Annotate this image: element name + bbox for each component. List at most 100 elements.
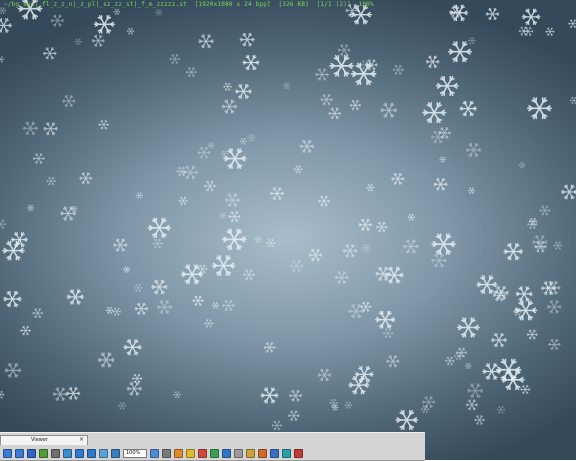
snowflake-icon — [497, 406, 505, 413]
snowflake-icon — [393, 65, 403, 74]
snowflake-icon — [321, 95, 333, 105]
snowflake-icon — [383, 329, 393, 338]
snowflake-icon — [504, 244, 522, 260]
snowflake-icon — [432, 234, 455, 254]
snowflake-icon — [63, 96, 76, 107]
close-icon[interactable]: × — [79, 436, 84, 443]
snowflake-icon — [0, 391, 4, 398]
snowflake-icon — [359, 219, 372, 230]
scan-icon[interactable] — [270, 449, 279, 458]
save-icon[interactable] — [27, 449, 36, 458]
zoom-out-icon[interactable] — [87, 449, 96, 458]
snowflake-icon — [67, 388, 80, 399]
resize-icon[interactable] — [210, 449, 219, 458]
paint-icon[interactable] — [198, 449, 207, 458]
snowflake-icon — [212, 302, 219, 308]
flip-icon[interactable] — [222, 449, 231, 458]
snowflake-icon — [99, 120, 109, 129]
viewer-tab[interactable]: Viewer × — [0, 435, 88, 445]
snowflake-icon — [199, 35, 214, 48]
snowflake-icon — [198, 265, 207, 273]
snowflake-icon — [528, 98, 551, 118]
snowflake-icon — [445, 357, 454, 365]
next-icon[interactable] — [15, 449, 24, 458]
snowflake-icon — [157, 301, 172, 314]
snowflake-icon — [449, 42, 471, 61]
effects-icon[interactable] — [186, 449, 195, 458]
snowflake-icon — [547, 301, 561, 313]
snowflake-icon — [434, 178, 447, 190]
snowflake-icon — [0, 220, 6, 229]
crop-icon[interactable] — [99, 449, 108, 458]
exit-icon[interactable] — [294, 449, 303, 458]
snowflake-icon — [186, 68, 196, 77]
snowflake-icon — [343, 245, 357, 257]
batch-icon[interactable] — [258, 449, 267, 458]
snowflake-icon — [466, 144, 481, 157]
snowflake-icon — [423, 103, 446, 123]
snowflake-icon — [136, 193, 142, 199]
snowflake-icon — [467, 384, 483, 397]
snowflake-icon — [527, 330, 537, 339]
snowflake-icon — [345, 402, 352, 408]
zoom-in-icon[interactable] — [75, 449, 84, 458]
snowflake-icon — [229, 212, 241, 222]
snowflake-icon — [212, 256, 234, 275]
status-line: ~/bg_sno|_fl_z_z_n|_z_pl|_sz_zz_st|_f_m_… — [4, 1, 374, 8]
snowflake-icon — [270, 188, 283, 200]
snowflake-icon — [170, 55, 180, 64]
zoom-select[interactable]: 100% — [123, 449, 147, 458]
print-icon[interactable] — [51, 449, 60, 458]
snowflake-icon — [568, 20, 576, 28]
copy-icon[interactable] — [39, 449, 48, 458]
snowflake-icon — [208, 143, 214, 148]
snowflake-icon — [247, 134, 255, 141]
snowflake-icon — [152, 280, 168, 294]
snowflake-icon — [338, 45, 350, 56]
snowflake-icon — [240, 138, 247, 144]
snowflake-icon — [0, 56, 4, 62]
settings-icon[interactable] — [162, 449, 171, 458]
snowflake-icon — [468, 37, 476, 44]
snowflake-icon — [134, 284, 143, 292]
snowflake-icon — [198, 147, 210, 158]
snowflake-icon — [561, 185, 576, 199]
snowflake-icon — [392, 173, 405, 184]
snowflake-icon — [113, 239, 127, 251]
snowflake-icon — [254, 237, 261, 243]
snowflake-icon — [466, 400, 478, 410]
snowflake-icon — [261, 388, 278, 403]
snowflake-icon — [266, 239, 275, 247]
grayscale-icon[interactable] — [234, 449, 243, 458]
filter-icon[interactable] — [246, 449, 255, 458]
rotate-icon[interactable] — [63, 449, 72, 458]
capture-icon[interactable] — [282, 449, 291, 458]
prev-icon[interactable] — [3, 449, 12, 458]
snowflake-icon — [546, 28, 555, 35]
snowflake-icon — [486, 8, 499, 19]
snowflake-icon — [294, 166, 302, 173]
snowflake-icon — [289, 390, 301, 401]
snowflake-icon — [177, 167, 187, 176]
palette-icon[interactable] — [174, 449, 183, 458]
snowflake-icon — [318, 369, 331, 380]
snowflake-icon — [223, 229, 246, 249]
snowflake-icon — [272, 421, 282, 430]
snowflake-icon — [318, 196, 329, 206]
snowflake-icon — [521, 385, 530, 393]
snowflake-icon — [118, 403, 126, 410]
slideshow-icon[interactable] — [111, 449, 120, 458]
snowflake-icon — [220, 213, 227, 219]
snowflake-icon — [519, 162, 525, 167]
info-icon[interactable] — [150, 449, 159, 458]
snowflake-icon — [183, 166, 198, 179]
snowflake-icon — [67, 290, 83, 304]
snowflake-icon — [330, 56, 353, 76]
snowflake-icon — [316, 69, 329, 80]
snowflake-icon — [396, 411, 417, 430]
snowflake-icon — [570, 97, 576, 103]
snowflake-icon — [497, 360, 521, 381]
snowflake-icon — [204, 319, 213, 327]
snowflake-pattern — [0, 0, 576, 432]
snowflake-icon — [225, 194, 239, 207]
